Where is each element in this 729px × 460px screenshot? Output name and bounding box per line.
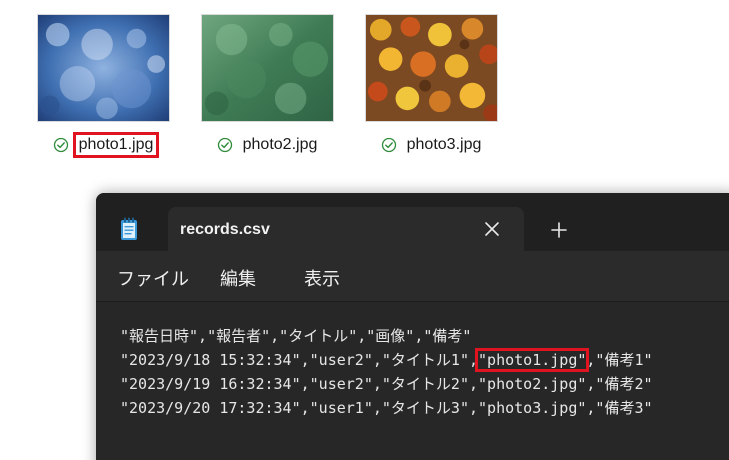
file-item-photo1[interactable]: photo1.jpg: [30, 14, 180, 164]
highlighted-filename: "photo1.jpg": [475, 348, 590, 372]
plus-icon[interactable]: [550, 221, 568, 239]
csv-line: "2023/9/18 15:32:34","user2","タイトル1","ph…: [120, 348, 653, 372]
text-editor[interactable]: "報告日時","報告者","タイトル","画像","備考" "2023/9/18…: [96, 302, 729, 460]
file-item-photo3[interactable]: photo3.jpg: [358, 14, 508, 164]
csv-line: "報告日時","報告者","タイトル","画像","備考": [120, 327, 472, 345]
thumbnail-autumn-leaves: [365, 14, 498, 122]
file-label[interactable]: photo2.jpg: [194, 132, 344, 158]
notepad-window: records.csv ファイル 編集 表示 "報告日時","報告者","タイト…: [96, 193, 729, 460]
tab-records-csv[interactable]: records.csv: [168, 207, 524, 253]
menu-view[interactable]: 表示: [304, 265, 340, 291]
menu-edit[interactable]: 編集: [220, 265, 256, 291]
thumbnail-green-moss: [201, 14, 334, 122]
file-label[interactable]: photo3.jpg: [358, 132, 508, 158]
synced-check-icon: [381, 137, 396, 153]
file-name[interactable]: photo1.jpg: [72, 132, 160, 158]
csv-line: "2023/9/20 17:32:34","user1","タイトル3","ph…: [120, 399, 653, 417]
file-item-photo2[interactable]: photo2.jpg: [194, 14, 344, 164]
csv-line: "2023/9/19 16:32:34","user2","タイトル2","ph…: [120, 375, 653, 393]
synced-check-icon: [217, 137, 232, 153]
csv-line-part: "2023/9/18 15:32:34","user2","タイトル1",: [120, 351, 479, 369]
menu-bar: ファイル 編集 表示: [96, 251, 729, 302]
file-name[interactable]: photo3.jpg: [403, 134, 486, 156]
synced-check-icon: [53, 137, 68, 153]
desktop: photo1.jpg photo2.jpg photo3.jpg records…: [0, 0, 729, 460]
close-icon[interactable]: [482, 219, 502, 239]
tab-label: records.csv: [180, 221, 270, 238]
file-name[interactable]: photo2.jpg: [239, 134, 322, 156]
file-label[interactable]: photo1.jpg: [30, 132, 180, 158]
csv-line-part: ,"備考1": [586, 351, 653, 369]
notepad-icon: [121, 217, 137, 240]
thumbnail-blue-texture: [37, 14, 170, 122]
title-bar[interactable]: records.csv: [96, 193, 729, 253]
menu-file[interactable]: ファイル: [117, 265, 189, 291]
